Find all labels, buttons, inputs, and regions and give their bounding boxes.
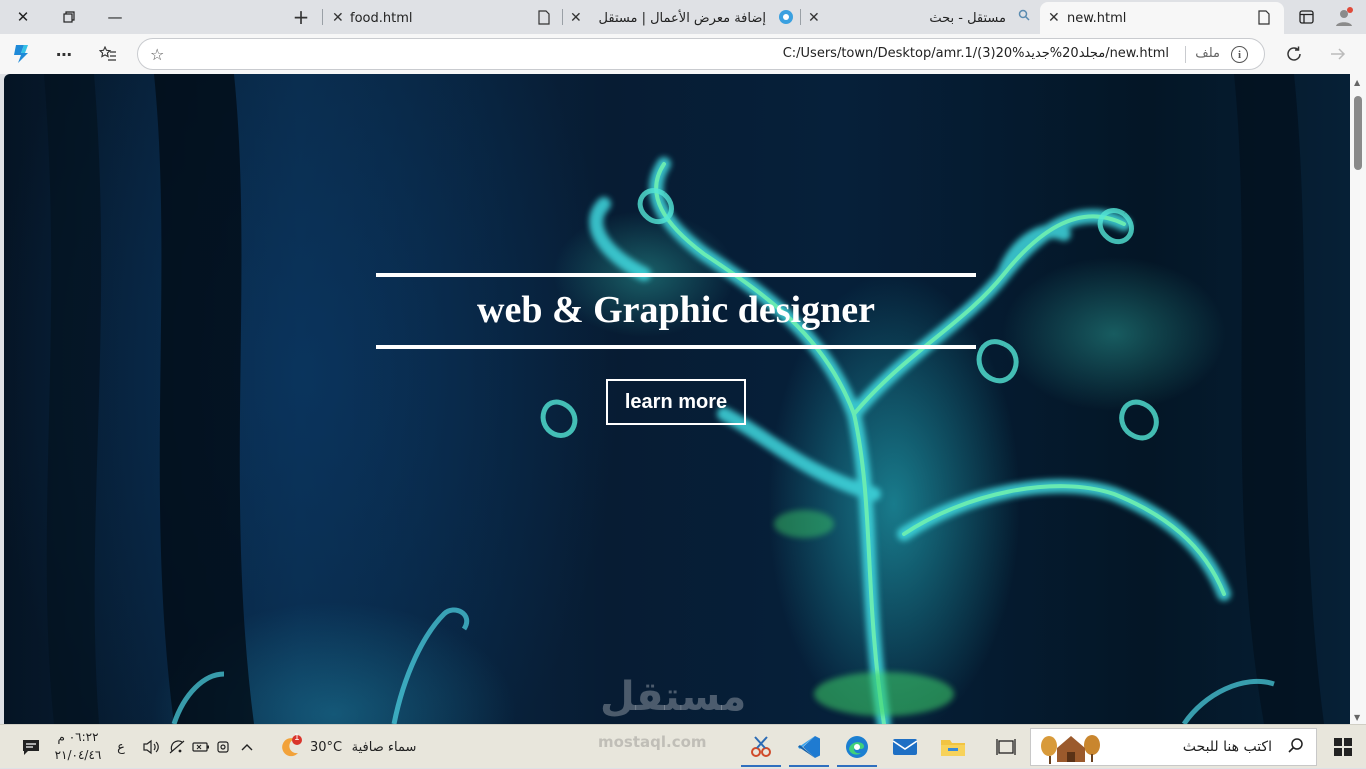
tab-label: إضافة معرض الأعمال | مستقل [598,10,766,26]
file-icon [538,10,550,29]
start-button[interactable] [1320,725,1366,769]
task-view-button[interactable] [984,727,1028,767]
refresh-button[interactable] [1278,38,1310,70]
taskbar-app-file-explorer[interactable] [930,727,976,767]
clock-time: ٠٦:٢٢ م [57,730,99,744]
browser-toolbar: ⋯ ☆ C:/Users/town/Desktop/amr.1/(3)20%مج… [0,34,1366,74]
hero-headline: web & Graphic designer [477,289,875,331]
site-info-icon[interactable]: i [1231,46,1248,63]
weather-condition[interactable]: سماء صافية [348,725,420,769]
tab-divider [800,9,801,25]
weather-badge: 1 [294,733,300,743]
tab-strip: ✕ — + ✕ food.html ✕ إضافة معرض الأعمال |… [0,0,1366,34]
tab-divider [562,9,563,25]
new-tab-button[interactable]: + [286,0,316,34]
weather-icon[interactable]: 1 [276,725,304,769]
address-url[interactable]: C:/Users/town/Desktop/amr.1/(3)20%مجلد20… [783,46,1169,61]
tab-mostaql-search[interactable]: ✕ مستقل - بحث [802,2,1038,34]
minimize-window-button[interactable]: — [92,0,138,34]
close-window-button[interactable]: ✕ [0,0,46,34]
file-scheme-label: ملف [1195,46,1220,61]
folder-icon [941,740,965,756]
scroll-up-arrow-icon[interactable]: ▲ [1354,78,1362,87]
temperature[interactable]: 30°C [308,725,344,769]
address-bar[interactable]: ☆ C:/Users/town/Desktop/amr.1/(3)20%مجلد… [137,38,1265,70]
windows-taskbar: ٠٦:٢٢ م ٢١/٠٤/٤٦ ع 1 30°C سماء صافية اكت… [0,724,1366,768]
mostaql-icon [778,9,794,29]
mail-icon [892,739,918,755]
battery-icon[interactable] [190,725,212,769]
hero-headline-block: web & Graphic designer [376,273,976,349]
tab-divider [322,9,323,25]
headline-bottom-rule [376,345,976,349]
search-icon [1018,9,1030,27]
learn-more-button[interactable]: learn more [606,379,746,425]
search-icon [1288,738,1304,758]
scroll-down-arrow-icon[interactable]: ▼ [1354,713,1362,722]
search-placeholder: اكتب هنا للبحث [1182,739,1272,755]
wifi-icon[interactable] [166,725,188,769]
forward-button[interactable] [1322,38,1354,70]
address-divider [1185,46,1186,63]
meet-now-icon[interactable] [214,725,234,769]
file-icon [1258,10,1270,29]
restore-window-button[interactable] [46,0,92,34]
tab-mostaql-portfolio[interactable]: ✕ إضافة معرض الأعمال | مستقل [564,2,798,34]
mostaql-url-watermark: mostaql.com [598,733,707,751]
task-view-icon [996,739,1016,755]
volume-icon[interactable] [140,725,162,769]
scroll-thumb[interactable] [1354,96,1362,170]
close-icon[interactable]: ✕ [808,10,820,26]
close-icon[interactable]: ✕ [570,10,582,26]
more-options-button[interactable]: ⋯ [48,38,80,70]
tab-actions-icon [1298,10,1314,24]
notifications-button[interactable] [16,725,46,769]
favorites-button[interactable] [92,38,124,70]
taskbar-app-mail[interactable] [882,727,928,767]
taskbar-clock[interactable]: ٠٦:٢٢ م ٢١/٠٤/٤٦ [54,728,102,764]
taskbar-app-snipping[interactable] [738,727,784,767]
notification-center-icon [23,740,39,755]
profile-avatar-icon [1336,7,1353,26]
copilot-icon [14,45,28,63]
profile-button[interactable] [1326,0,1362,34]
taskbar-search-box[interactable]: اكتب هنا للبحث [1030,728,1317,766]
taskbar-app-vscode[interactable] [786,727,832,767]
taskbar-app-edge[interactable] [834,727,880,767]
show-hidden-icons-chevron-icon[interactable] [238,725,256,769]
tab-new-html[interactable]: ✕ new.html [1040,2,1284,34]
windows-logo-icon [1334,738,1352,756]
mostaql-watermark: مستقل [600,674,747,720]
refresh-icon [1287,46,1301,61]
restore-icon [63,11,75,23]
page-scrollbar[interactable]: ▲ ▼ [1350,74,1366,724]
search-highlight-house-icon [1037,732,1103,768]
tab-actions-button[interactable] [1288,0,1324,34]
copilot-button[interactable] [6,38,38,70]
tab-label: new.html [1067,10,1127,26]
add-favorite-star-icon[interactable]: ☆ [150,45,164,64]
close-icon[interactable]: ✕ [1048,10,1060,26]
snipping-tool-icon [751,736,771,757]
edge-icon [846,736,868,758]
close-icon[interactable]: ✕ [332,10,344,26]
forward-arrow-icon [1331,48,1346,60]
tab-label: food.html [350,10,413,26]
clock-date: ٢١/٠٤/٤٦ [54,748,102,762]
vscode-icon [798,736,820,758]
tab-label: مستقل - بحث [929,10,1006,26]
input-language-indicator[interactable]: ع [112,725,130,769]
tab-food[interactable]: ✕ food.html [324,2,560,34]
favorites-list-icon [99,46,116,61]
page-viewport: web & Graphic designer learn more مستقل [4,74,1350,724]
